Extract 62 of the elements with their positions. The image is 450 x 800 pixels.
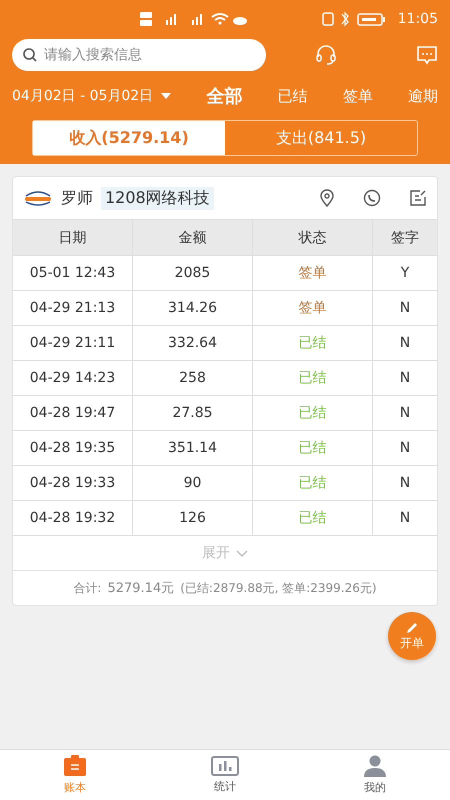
nav-tab[interactable]: 账本: [0, 750, 150, 800]
filter-tab[interactable]: 全部: [206, 84, 242, 108]
total-breakdown: (已结:2879.88元, 签单:2399.26元): [180, 580, 377, 596]
company-tag: 1208网络科技: [101, 186, 214, 210]
pencil-icon: [405, 620, 419, 634]
clock-time: 11:05: [398, 11, 438, 27]
table-cell: 04-28 19:47: [13, 396, 133, 431]
company-logo: [23, 190, 53, 206]
table-cell: N: [373, 431, 437, 466]
table-cell: 04-28 19:33: [13, 466, 133, 501]
new-order-button[interactable]: 开单: [388, 612, 436, 660]
table-cell: 90: [133, 466, 253, 501]
status-cell: 已结: [253, 466, 373, 501]
column-header: 签字: [373, 220, 437, 256]
bar-chart-icon: [211, 756, 239, 776]
table-cell: 332.64: [133, 326, 253, 361]
status-cell: 已结: [253, 396, 373, 431]
column-header: 状态: [253, 220, 373, 256]
table-cell: 04-28 19:35: [13, 431, 133, 466]
table-cell: 258: [133, 361, 253, 396]
table-cell: N: [373, 396, 437, 431]
table-cell: Y: [373, 256, 437, 291]
filter-tab[interactable]: 逾期: [408, 86, 438, 106]
table-cell: 04-29 21:11: [13, 326, 133, 361]
headset-icon[interactable]: [314, 44, 338, 66]
table-cell: N: [373, 361, 437, 396]
nav-tab[interactable]: 统计: [150, 750, 300, 800]
table-cell: 2085: [133, 256, 253, 291]
table-cell: 314.26: [133, 291, 253, 326]
table-cell: N: [373, 291, 437, 326]
status-cell: 已结: [253, 361, 373, 396]
edit-icon[interactable]: [409, 189, 427, 207]
total-label: 合计:: [73, 580, 102, 596]
phone-icon[interactable]: [363, 189, 381, 207]
chevron-down-icon: [236, 550, 248, 556]
table-cell: N: [373, 466, 437, 501]
status-cell: 签单: [253, 256, 373, 291]
table-cell: 05-01 12:43: [13, 256, 133, 291]
customer-name: 罗师: [61, 188, 93, 208]
column-header: 日期: [13, 220, 133, 256]
message-icon[interactable]: [416, 45, 438, 65]
table-cell: N: [373, 326, 437, 361]
status-cell: 签单: [253, 291, 373, 326]
location-icon[interactable]: [319, 189, 335, 207]
status-cell: 已结: [253, 326, 373, 361]
clipboard-icon: [63, 755, 87, 777]
segment-tab[interactable]: 收入(5279.14): [33, 121, 225, 155]
search-field[interactable]: 请输入搜索信息: [12, 39, 266, 71]
column-header: 金额: [133, 220, 253, 256]
segment-tab[interactable]: 支出(841.5): [225, 121, 417, 155]
caret-icon: [161, 93, 172, 99]
table-cell: 351.14: [133, 431, 253, 466]
status-cell: 已结: [253, 431, 373, 466]
user-icon: [363, 755, 387, 777]
table-cell: 27.85: [133, 396, 253, 431]
total-amount: 5279.14元: [107, 580, 174, 597]
table-cell: 04-29 21:13: [13, 291, 133, 326]
nav-tab[interactable]: 我的: [300, 750, 450, 800]
filter-tab[interactable]: 已结: [278, 86, 308, 106]
table-cell: 04-29 14:23: [13, 361, 133, 396]
filter-tab[interactable]: 签单: [342, 86, 373, 106]
date-range-dropdown[interactable]: 04月02日 - 05月02日: [12, 87, 172, 105]
